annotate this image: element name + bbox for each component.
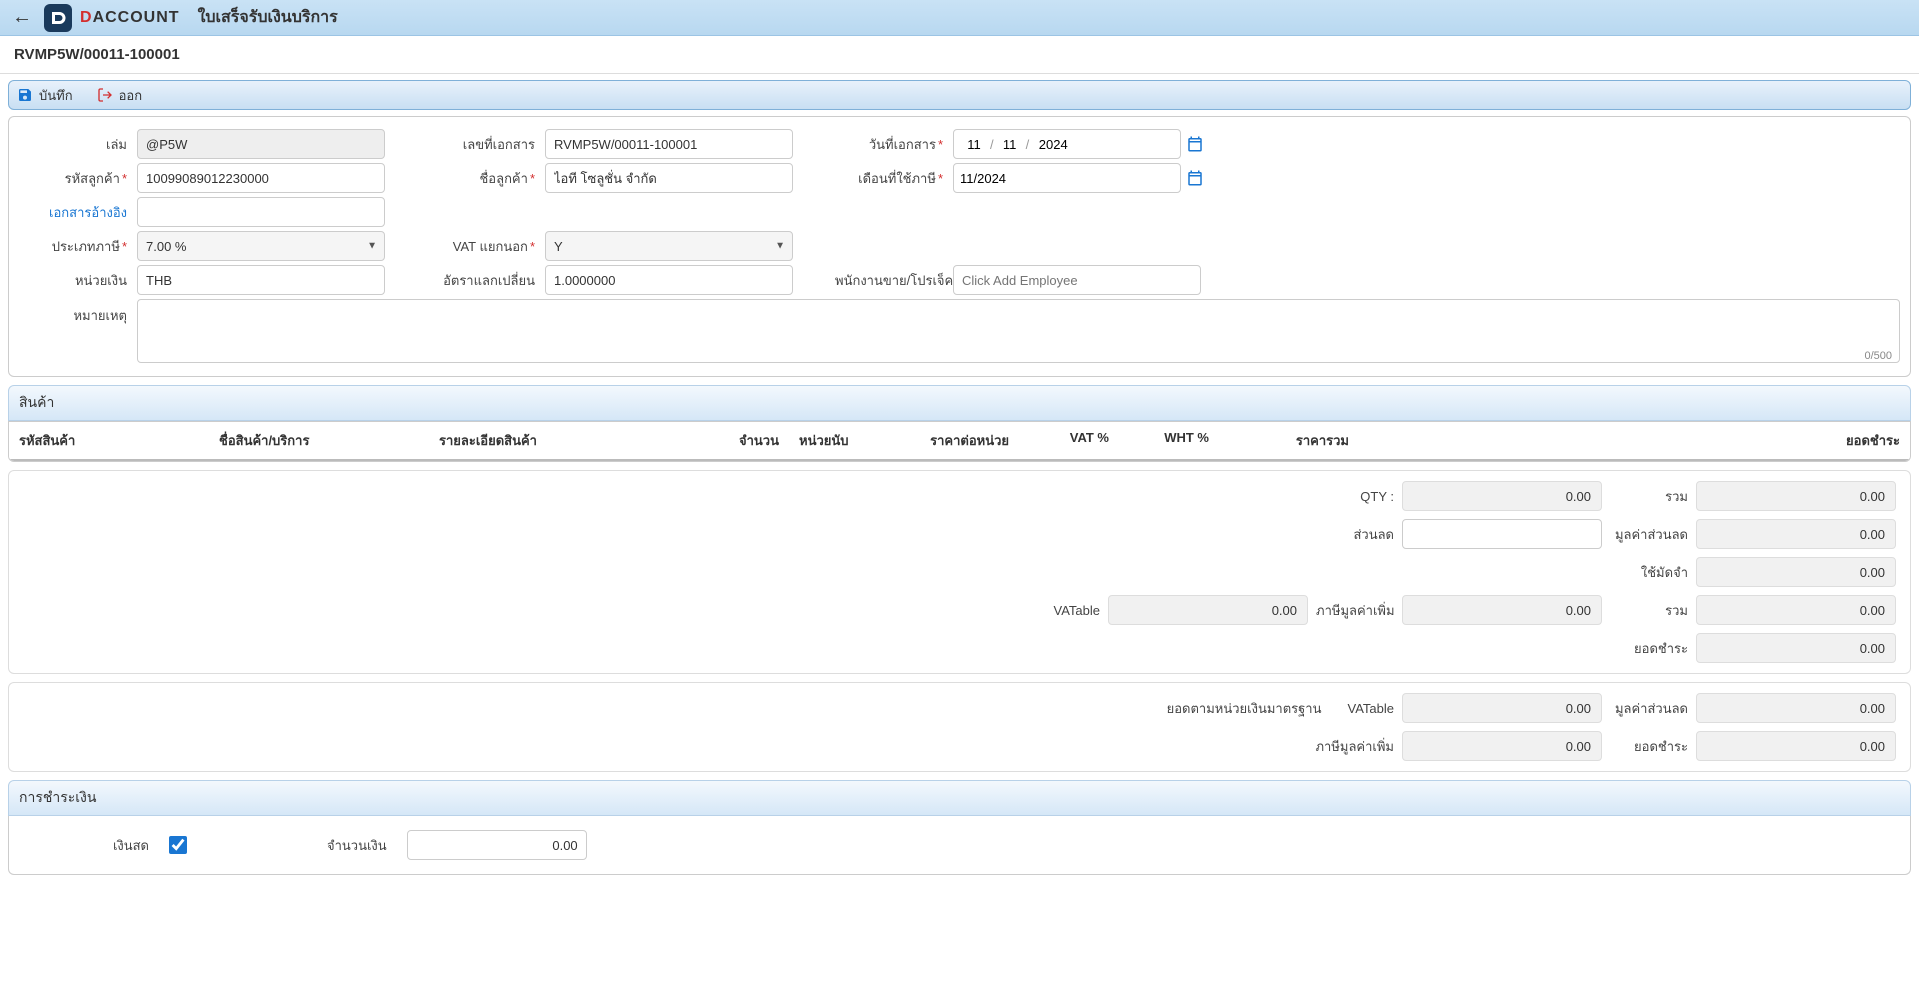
toolbar: บันทึก ออก bbox=[8, 80, 1911, 110]
calendar-icon[interactable] bbox=[1185, 134, 1205, 154]
products-table-head: รหัสสินค้า ชื่อสินค้า/บริการ รายละเอียดส… bbox=[9, 421, 1910, 461]
total-value: 0.00 bbox=[1696, 595, 1896, 625]
amount-label: จำนวนเงิน bbox=[327, 835, 397, 856]
col-wht-pct: WHT % bbox=[1119, 422, 1219, 459]
doc-date-label: วันที่เอกสาร bbox=[835, 134, 953, 155]
qty-value: 0.00 bbox=[1402, 481, 1602, 511]
tax-type-label: ประเภทภาษี bbox=[19, 236, 137, 257]
doc-date-year[interactable] bbox=[1031, 137, 1075, 152]
customer-code-label: รหัสลูกค้า bbox=[19, 168, 137, 189]
cash-checkbox[interactable] bbox=[169, 836, 187, 854]
sum-value: 0.00 bbox=[1696, 481, 1896, 511]
col-name: ชื่อสินค้า/บริการ bbox=[209, 422, 429, 459]
exit-icon bbox=[97, 87, 113, 103]
doc-date-month[interactable] bbox=[996, 137, 1024, 152]
balance2-value: 0.00 bbox=[1696, 731, 1896, 761]
products-section-header: สินค้า bbox=[8, 385, 1911, 421]
vatable2-label: VATable bbox=[1348, 701, 1395, 716]
col-total: ราคารวม bbox=[1219, 422, 1359, 459]
discount-amount-label: มูลค่าส่วนลด bbox=[1610, 524, 1688, 545]
save-icon bbox=[17, 87, 33, 103]
ref-doc-input[interactable] bbox=[137, 197, 385, 227]
customer-name-label: ชื่อลูกค้า bbox=[427, 168, 545, 189]
balance-value: 0.00 bbox=[1696, 633, 1896, 663]
col-balance: ยอดชำระ bbox=[1359, 422, 1910, 459]
vatable-label: VATable bbox=[1054, 603, 1101, 618]
std-currency-label: ยอดตามหน่วยเงินมาตรฐาน bbox=[1167, 698, 1322, 719]
book-input[interactable] bbox=[137, 129, 385, 159]
currency-label: หน่วยเงิน bbox=[19, 270, 137, 291]
char-count: 0/500 bbox=[1864, 350, 1892, 362]
sum-label: รวม bbox=[1610, 486, 1688, 507]
vat-label: ภาษีมูลค่าเพิ่ม bbox=[1316, 600, 1394, 621]
discount-amount2-value: 0.00 bbox=[1696, 693, 1896, 723]
amount-input[interactable] bbox=[407, 830, 587, 860]
vatable-value: 0.00 bbox=[1108, 595, 1308, 625]
ref-doc-label[interactable]: เอกสารอ้างอิง bbox=[19, 202, 137, 223]
summary-panel-1: QTY : 0.00 รวม 0.00 ส่วนลด มูลค่าส่วนลด … bbox=[8, 470, 1911, 674]
summary-panel-2: ยอดตามหน่วยเงินมาตรฐาน VATable 0.00 มูลค… bbox=[8, 682, 1911, 772]
discount-amount-value: 0.00 bbox=[1696, 519, 1896, 549]
exchange-rate-label: อัตราแลกเปลี่ยน bbox=[427, 270, 545, 291]
payment-section-header: การชำระเงิน bbox=[8, 780, 1911, 816]
book-label: เล่ม bbox=[19, 134, 137, 155]
col-detail: รายละเอียดสินค้า bbox=[429, 422, 709, 459]
qty-label: QTY : bbox=[1360, 489, 1394, 504]
vat-separate-select[interactable] bbox=[545, 231, 793, 261]
tax-month-label: เดือนที่ใช้ภาษี bbox=[835, 168, 953, 189]
vat2-value: 0.00 bbox=[1402, 731, 1602, 761]
employee-input[interactable] bbox=[953, 265, 1201, 295]
exit-button[interactable]: ออก bbox=[97, 85, 143, 106]
exchange-rate-input[interactable] bbox=[545, 265, 793, 295]
discount-input[interactable] bbox=[1402, 519, 1602, 549]
remark-textarea[interactable] bbox=[137, 299, 1900, 363]
calendar-icon[interactable] bbox=[1185, 168, 1205, 188]
back-arrow-icon[interactable]: ← bbox=[12, 6, 32, 29]
tax-month-input[interactable] bbox=[953, 163, 1181, 193]
discount-label: ส่วนลด bbox=[1353, 524, 1394, 545]
vat-value: 0.00 bbox=[1402, 595, 1602, 625]
deposit-label: ใช้มัดจำ bbox=[1610, 562, 1688, 583]
deposit-value: 0.00 bbox=[1696, 557, 1896, 587]
doc-no-label: เลขที่เอกสาร bbox=[427, 134, 545, 155]
remark-label: หมายเหตุ bbox=[19, 299, 137, 326]
total-label: รวม bbox=[1610, 600, 1688, 621]
employee-label: พนักงานขาย/โปรเจ็ค bbox=[835, 270, 953, 291]
save-label: บันทึก bbox=[39, 85, 73, 106]
cash-label: เงินสด bbox=[19, 835, 159, 856]
doc-date-day[interactable] bbox=[960, 137, 988, 152]
exit-label: ออก bbox=[119, 85, 143, 106]
doc-date-input[interactable]: / / bbox=[953, 129, 1181, 159]
products-table: รหัสสินค้า ชื่อสินค้า/บริการ รายละเอียดส… bbox=[8, 421, 1911, 462]
discount-amount2-label: มูลค่าส่วนลด bbox=[1610, 698, 1688, 719]
col-unit-price: ราคาต่อหน่วย bbox=[879, 422, 1019, 459]
customer-code-input[interactable] bbox=[137, 163, 385, 193]
logo-text: DACCOUNT bbox=[80, 9, 180, 27]
customer-name-input[interactable] bbox=[545, 163, 793, 193]
col-vat-pct: VAT % bbox=[1019, 422, 1119, 459]
top-bar: ← DACCOUNT ใบเสร็จรับเงินบริการ bbox=[0, 0, 1919, 36]
balance2-label: ยอดชำระ bbox=[1610, 736, 1688, 757]
currency-input[interactable] bbox=[137, 265, 385, 295]
vat-separate-label: VAT แยกนอก bbox=[427, 236, 545, 257]
vatable2-value: 0.00 bbox=[1402, 693, 1602, 723]
col-code: รหัสสินค้า bbox=[9, 422, 209, 459]
main-form-panel: เล่ม เลขที่เอกสาร วันที่เอกสาร / / รหัสล… bbox=[8, 116, 1911, 377]
col-unit: หน่วยนับ bbox=[789, 422, 879, 459]
save-button[interactable]: บันทึก bbox=[17, 85, 73, 106]
tax-month-value[interactable] bbox=[960, 171, 1020, 186]
col-qty: จำนวน bbox=[709, 422, 789, 459]
document-number-header: RVMP5W/00011-100001 bbox=[0, 36, 1919, 74]
balance-label: ยอดชำระ bbox=[1610, 638, 1688, 659]
doc-no-input[interactable] bbox=[545, 129, 793, 159]
vat2-label: ภาษีมูลค่าเพิ่ม bbox=[1315, 736, 1394, 757]
page-title: ใบเสร็จรับเงินบริการ bbox=[198, 5, 338, 30]
payment-body: เงินสด จำนวนเงิน bbox=[8, 816, 1911, 875]
logo-badge bbox=[44, 4, 72, 32]
tax-type-select[interactable] bbox=[137, 231, 385, 261]
